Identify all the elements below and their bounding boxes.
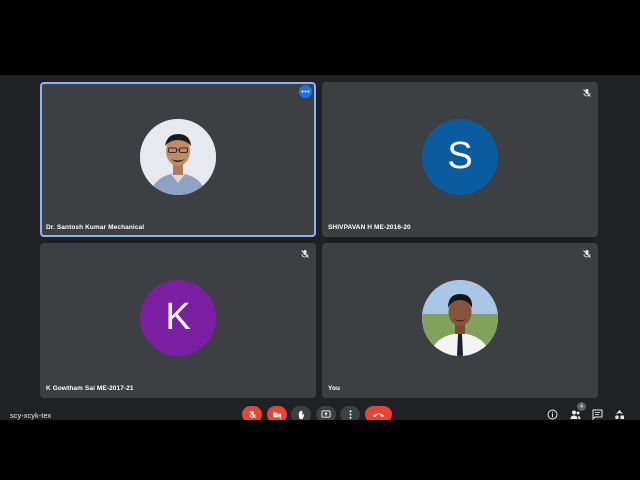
participant-photo-avatar	[140, 118, 216, 195]
meeting-stage: Dr. Santosh Kumar Mechanical S SHIVPAVAN…	[0, 75, 640, 420]
mic-toggle-button[interactable]	[242, 406, 262, 420]
more-vert-icon	[349, 410, 351, 419]
participant-tile-2[interactable]: S SHIVPAVAN H ME-2016-20	[322, 82, 598, 237]
participant-name: SHIVPAVAN H ME-2016-20	[328, 224, 411, 231]
participant-tile-3[interactable]: K K Gowtham Sai ME-2017-21	[40, 243, 316, 398]
more-horiz-icon	[301, 90, 310, 93]
avatar-initial: S	[447, 134, 473, 177]
leave-call-button[interactable]	[365, 406, 392, 420]
more-options-button[interactable]	[340, 406, 360, 420]
participant-initial-avatar: S	[422, 118, 498, 195]
participant-name: K Gowtham Sai ME-2017-21	[46, 385, 134, 392]
people-icon[interactable]	[570, 409, 581, 420]
present-icon	[321, 410, 331, 418]
participant-photo-avatar	[422, 279, 498, 356]
info-icon[interactable]	[547, 409, 558, 420]
chat-icon[interactable]	[592, 409, 603, 420]
participant-initial-avatar: K	[140, 279, 216, 356]
hand-icon	[298, 410, 304, 419]
participant-tile-4[interactable]: You	[322, 243, 598, 398]
tile-more-options-button[interactable]	[299, 85, 312, 98]
participant-name: You	[328, 385, 341, 392]
camera-toggle-button[interactable]	[267, 406, 287, 420]
present-screen-button[interactable]	[316, 406, 336, 420]
raise-hand-button[interactable]	[291, 406, 311, 420]
activities-icon[interactable]	[614, 409, 625, 420]
bottom-control-bar: scy-xcyk-tex 4	[0, 402, 640, 420]
person-photo-icon	[422, 279, 498, 356]
camera-off-icon	[272, 410, 282, 419]
mic-off-icon	[301, 250, 309, 258]
participant-tile-1[interactable]: Dr. Santosh Kumar Mechanical	[40, 82, 316, 237]
avatar-initial: K	[165, 295, 191, 338]
mic-off-icon	[583, 89, 591, 97]
call-end-icon	[373, 413, 384, 417]
person-photo-icon	[140, 118, 216, 195]
mic-off-icon	[583, 250, 591, 258]
participant-name: Dr. Santosh Kumar Mechanical	[46, 224, 145, 231]
mic-off-icon	[248, 410, 256, 418]
meeting-code: scy-xcyk-tex	[10, 411, 52, 420]
